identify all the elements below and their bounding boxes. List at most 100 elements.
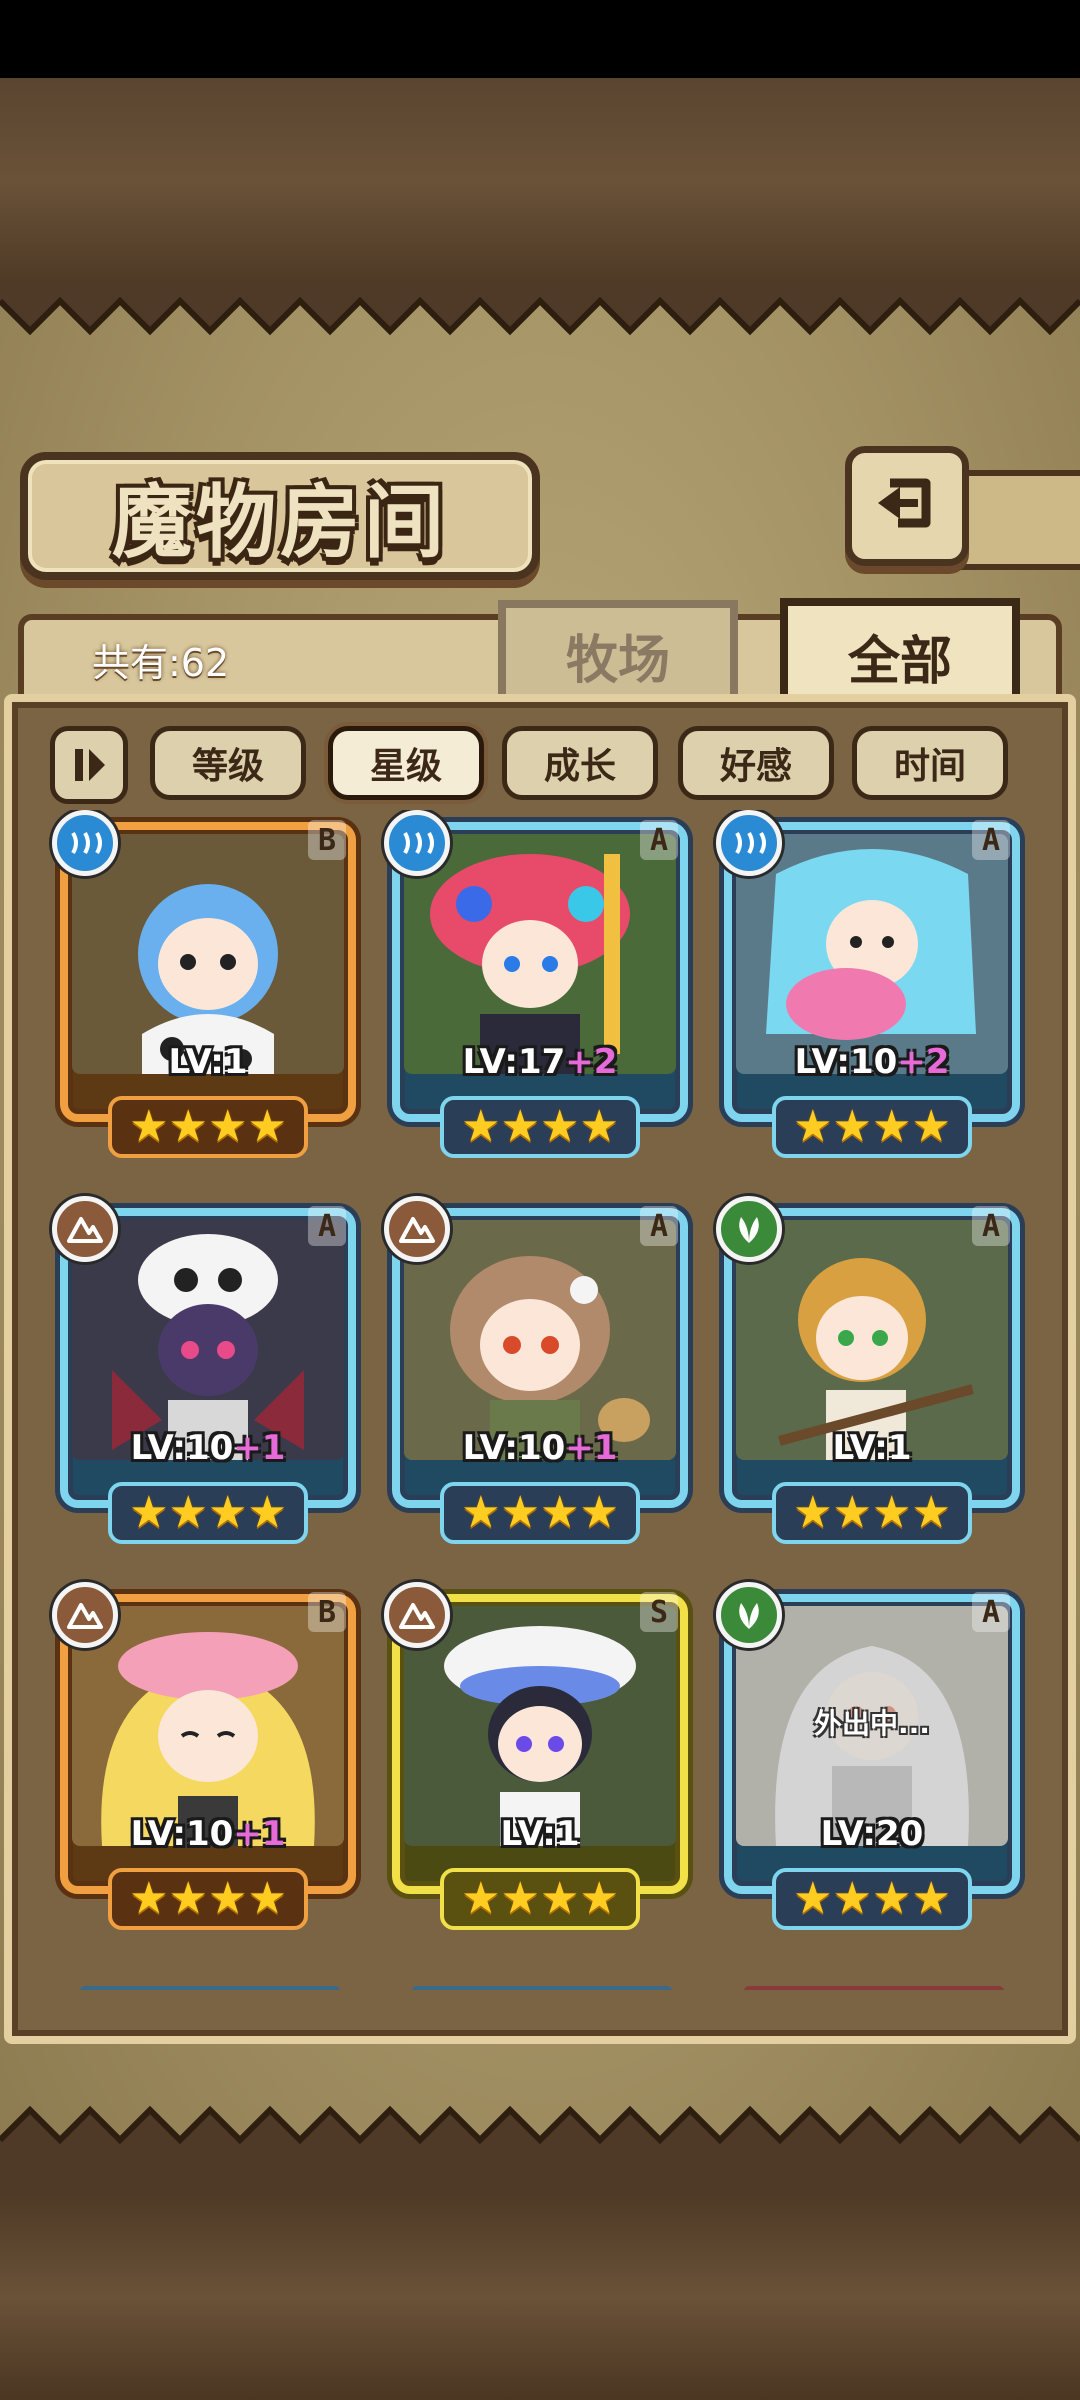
star-icon: ★	[168, 1873, 208, 1924]
star-icon: ★	[461, 1101, 501, 1152]
monster-card[interactable]: B LV:10+1 ★ ★ ★ ★	[50, 1582, 366, 1932]
star-icon: ★	[500, 1101, 540, 1152]
star-icon: ★	[832, 1487, 872, 1538]
filter-affection-button[interactable]: 好感	[678, 726, 834, 800]
star-icon: ★	[579, 1873, 619, 1924]
monster-card[interactable]: 外出中... A LV:20 ★ ★ ★ ★	[714, 1582, 1030, 1932]
rarity-tag: A	[640, 1206, 678, 1246]
zigzag-border-bottom	[0, 2105, 1080, 2195]
level-bonus: +2	[897, 1042, 950, 1082]
star-icon: ★	[540, 1873, 580, 1924]
rarity-tag: A	[972, 1206, 1010, 1246]
filter-time-label: 时间	[893, 746, 966, 787]
level-value: LV:20	[820, 1814, 924, 1854]
star-rating: ★ ★ ★ ★	[108, 1096, 308, 1158]
monster-card[interactable]: A LV:17+2 ★ ★ ★ ★	[382, 810, 698, 1160]
level-label: LV:10+1	[50, 1428, 366, 1468]
filter-level-label: 等级	[191, 746, 264, 787]
star-icon: ★	[461, 1487, 501, 1538]
monster-portrait	[404, 1220, 676, 1460]
title-plate: 魔物房间	[20, 452, 540, 580]
filter-star-label: 星级	[369, 746, 442, 787]
level-label: LV:10+1	[50, 1814, 366, 1854]
star-icon: ★	[793, 1101, 833, 1152]
level-value: LV:1	[500, 1814, 580, 1854]
star-icon: ★	[832, 1873, 872, 1924]
sort-order-toggle[interactable]	[50, 726, 128, 804]
level-label: LV:10+2	[714, 1042, 1030, 1082]
rarity-tag: S	[640, 1592, 678, 1632]
monster-card[interactable]: A LV:10+2 ★ ★ ★ ★	[714, 810, 1030, 1160]
star-rating: ★ ★ ★ ★	[772, 1868, 972, 1930]
star-icon: ★	[579, 1487, 619, 1538]
total-count: 共有:62	[92, 641, 230, 685]
level-label: LV:1	[714, 1428, 1030, 1468]
star-icon: ★	[500, 1487, 540, 1538]
background-top	[0, 78, 1080, 283]
level-bonus: +2	[565, 1042, 618, 1082]
filter-affection-label: 好感	[719, 746, 792, 787]
star-icon: ★	[168, 1101, 208, 1152]
star-icon: ★	[129, 1101, 169, 1152]
star-icon: ★	[793, 1487, 833, 1538]
filter-star-button[interactable]: 星级	[328, 726, 484, 800]
level-label: LV:10+1	[382, 1428, 698, 1468]
rarity-tag: B	[308, 820, 346, 860]
monster-card[interactable]: A LV:10+1 ★ ★ ★ ★	[50, 1196, 366, 1546]
star-icon: ★	[911, 1101, 951, 1152]
star-icon: ★	[872, 1873, 912, 1924]
filter-growth-button[interactable]: 成长	[502, 726, 658, 800]
monster-grid: B LV:1 ★ ★ ★ ★ A LV:17+2 ★ ★ ★ ★ A LV:10+2 ★ ★ ★…	[30, 810, 1050, 1990]
star-icon: ★	[129, 1873, 169, 1924]
rarity-tag: B	[308, 1592, 346, 1632]
star-icon: ★	[872, 1101, 912, 1152]
level-label: LV:1	[50, 1042, 366, 1082]
back-bar-extension	[960, 470, 1080, 570]
tab-ranch-label: 牧场	[565, 629, 670, 691]
level-label: LV:20	[714, 1814, 1030, 1854]
star-icon: ★	[208, 1873, 248, 1924]
star-rating: ★ ★ ★ ★	[108, 1482, 308, 1544]
level-value: LV:10	[130, 1814, 234, 1854]
page-title: 魔物房间	[112, 475, 448, 569]
monster-card[interactable]: B LV:1 ★ ★ ★ ★	[50, 810, 366, 1160]
monster-portrait	[736, 834, 1008, 1074]
water-element-icon	[52, 810, 118, 876]
monster-card[interactable]: S LV:1 ★ ★ ★ ★	[382, 1582, 698, 1932]
star-icon: ★	[579, 1101, 619, 1152]
rarity-tag: A	[640, 820, 678, 860]
star-icon: ★	[247, 1101, 287, 1152]
monster-card[interactable]: A LV:1 ★ ★ ★ ★	[714, 1196, 1030, 1546]
star-icon: ★	[911, 1873, 951, 1924]
level-label: LV:1	[382, 1814, 698, 1854]
star-icon: ★	[911, 1487, 951, 1538]
star-rating: ★ ★ ★ ★	[440, 1482, 640, 1544]
star-icon: ★	[247, 1873, 287, 1924]
rarity-tag: A	[972, 820, 1010, 860]
star-rating: ★ ★ ★ ★	[108, 1868, 308, 1930]
rarity-tag: A	[308, 1206, 346, 1246]
monster-portrait	[72, 1220, 344, 1460]
filter-time-button[interactable]: 时间	[852, 726, 1008, 800]
monster-portrait	[404, 1606, 676, 1846]
filter-growth-label: 成长	[543, 746, 616, 787]
earth-element-icon	[52, 1582, 118, 1648]
star-rating: ★ ★ ★ ★	[772, 1482, 972, 1544]
star-icon: ★	[793, 1873, 833, 1924]
monster-portrait	[72, 834, 344, 1074]
back-button[interactable]	[845, 446, 969, 566]
earth-element-icon	[52, 1196, 118, 1262]
star-icon: ★	[208, 1487, 248, 1538]
status-bar	[0, 0, 1080, 78]
level-value: LV:10	[130, 1428, 234, 1468]
monster-card[interactable]: A LV:10+1 ★ ★ ★ ★	[382, 1196, 698, 1546]
filter-level-button[interactable]: 等级	[150, 726, 306, 800]
star-icon: ★	[461, 1873, 501, 1924]
pause-sort-icon	[75, 749, 105, 781]
star-rating: ★ ★ ★ ★	[440, 1868, 640, 1930]
return-arrow-icon	[878, 478, 931, 528]
star-icon: ★	[208, 1101, 248, 1152]
star-rating: ★ ★ ★ ★	[440, 1096, 640, 1158]
monster-portrait	[72, 1606, 344, 1846]
star-icon: ★	[540, 1487, 580, 1538]
